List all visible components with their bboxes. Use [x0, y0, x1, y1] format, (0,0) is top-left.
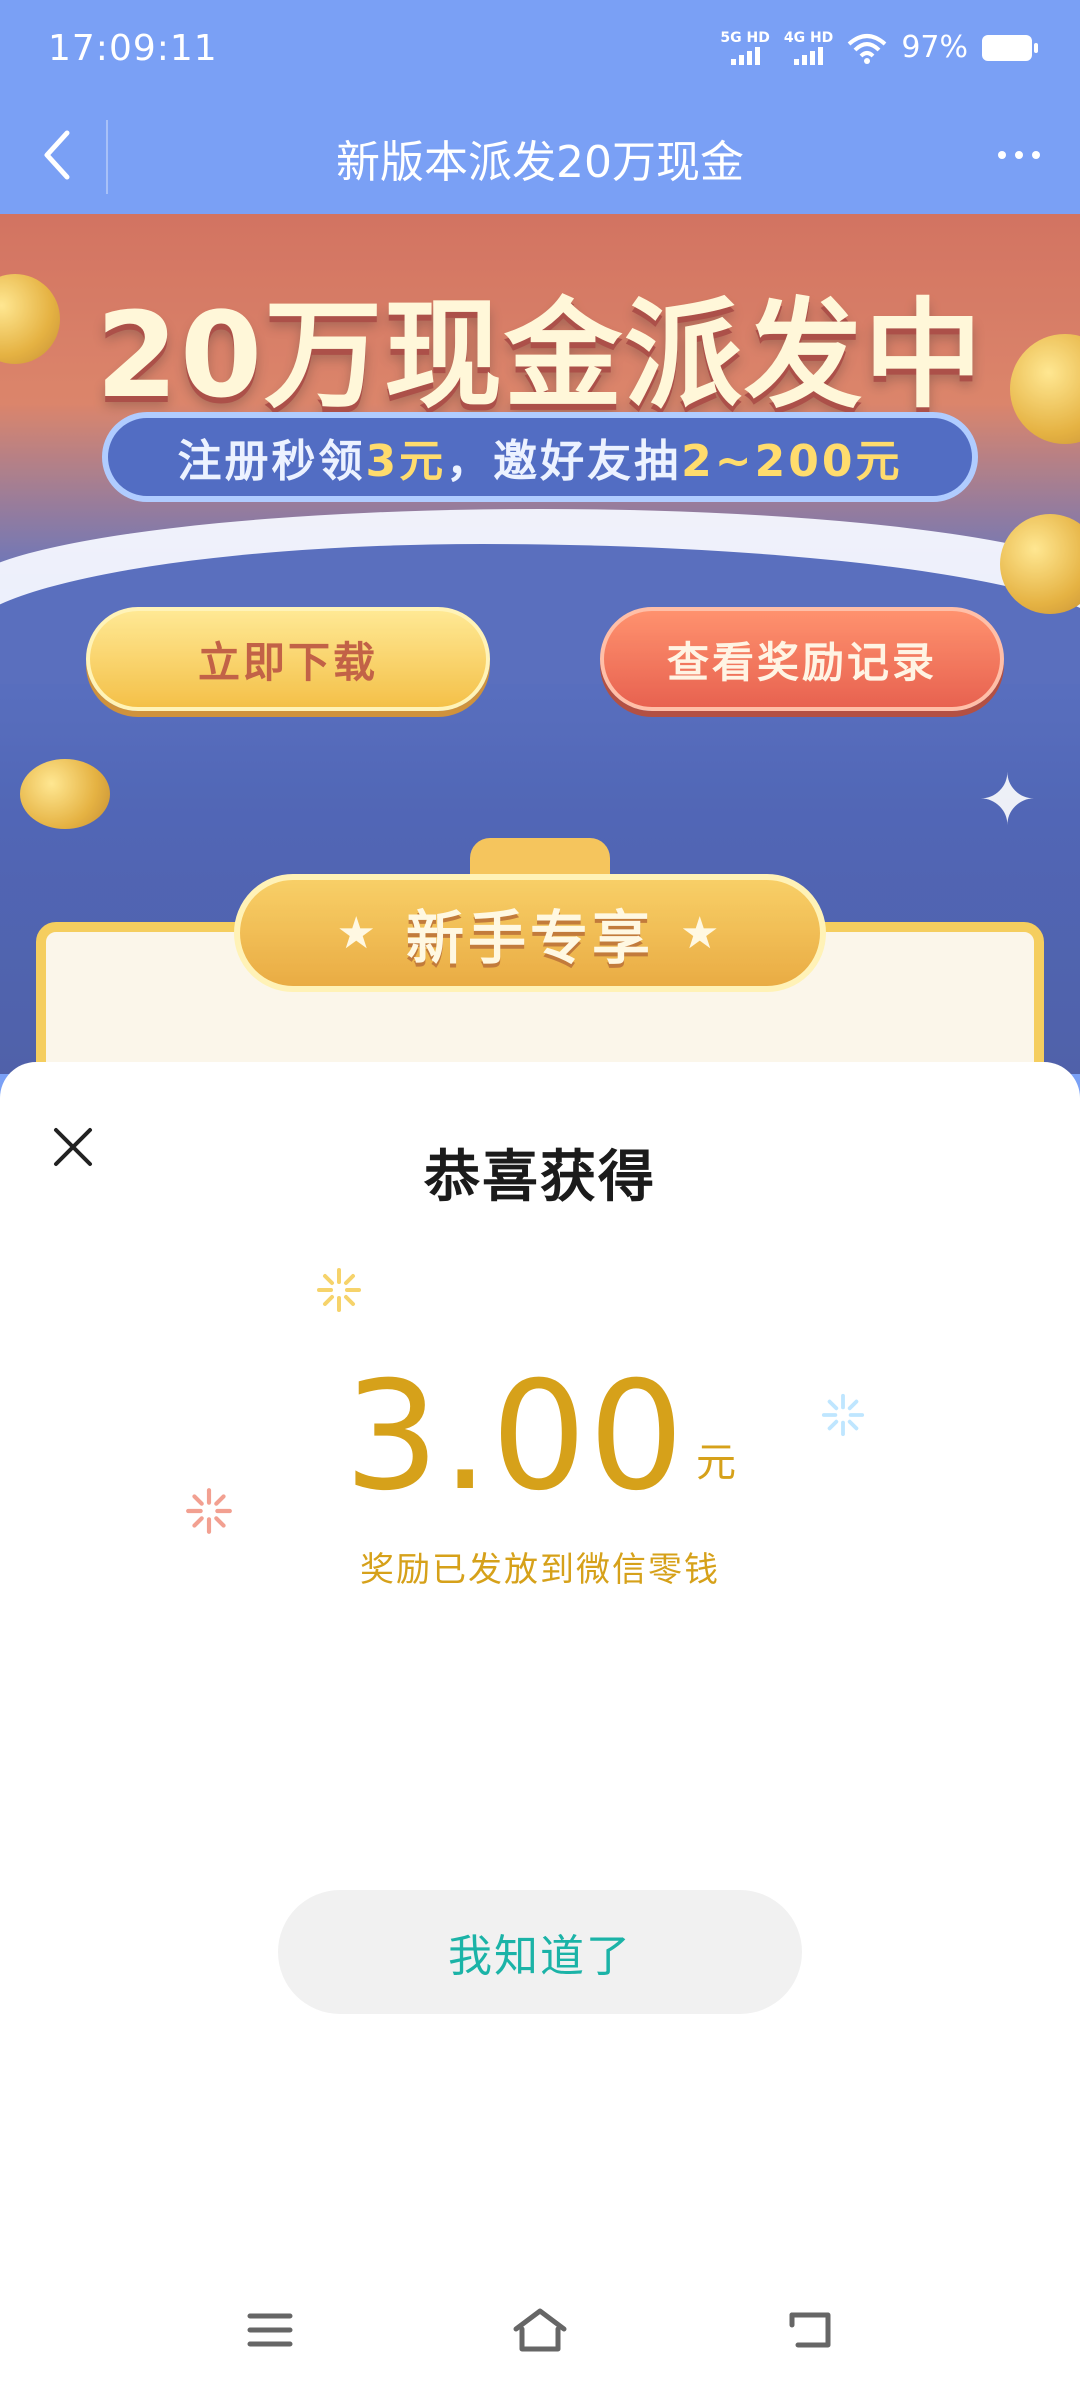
more-button[interactable] — [984, 130, 1054, 180]
confirm-button[interactable]: 我知道了 — [278, 1890, 802, 2014]
status-icons: 5G HD 4G HD 97% — [720, 30, 1038, 65]
back-nav-button[interactable] — [775, 2295, 845, 2365]
status-time: 17:09:11 — [48, 28, 218, 69]
menu-icon — [247, 2313, 293, 2347]
status-bar: 17:09:11 5G HD 4G HD 97% — [0, 0, 1080, 100]
reward-note: 奖励已发放到微信零钱 — [360, 1550, 720, 1590]
signal-5g-icon: 5G HD — [720, 31, 770, 65]
more-dots-icon — [998, 151, 1006, 159]
wifi-icon — [847, 33, 887, 64]
battery-icon — [982, 34, 1038, 61]
home-button[interactable] — [505, 2295, 575, 2365]
home-icon — [513, 2308, 567, 2352]
menu-button[interactable] — [235, 2295, 305, 2365]
system-nav-bar — [0, 2260, 1080, 2400]
reward-sheet: 恭喜获得 3.00 元 奖励已发放到微信零钱 我知道了 — [0, 1062, 1080, 2400]
reward-amount: 3.00 元 — [0, 1352, 1080, 1522]
battery-percent: 97% — [901, 30, 968, 65]
amount-unit: 元 — [695, 1440, 736, 1486]
amount-value: 3.00 — [344, 1350, 686, 1524]
sheet-title: 恭喜获得 — [424, 1145, 656, 1210]
back-icon — [789, 2312, 831, 2348]
sparkle-burst-yellow-icon — [317, 1268, 361, 1312]
title-bar: 新版本派发20万现金 — [0, 100, 1080, 214]
page-title: 新版本派发20万现金 — [336, 137, 744, 188]
dim-overlay[interactable] — [0, 214, 1080, 1074]
signal-4g-icon: 4G HD — [784, 31, 833, 65]
